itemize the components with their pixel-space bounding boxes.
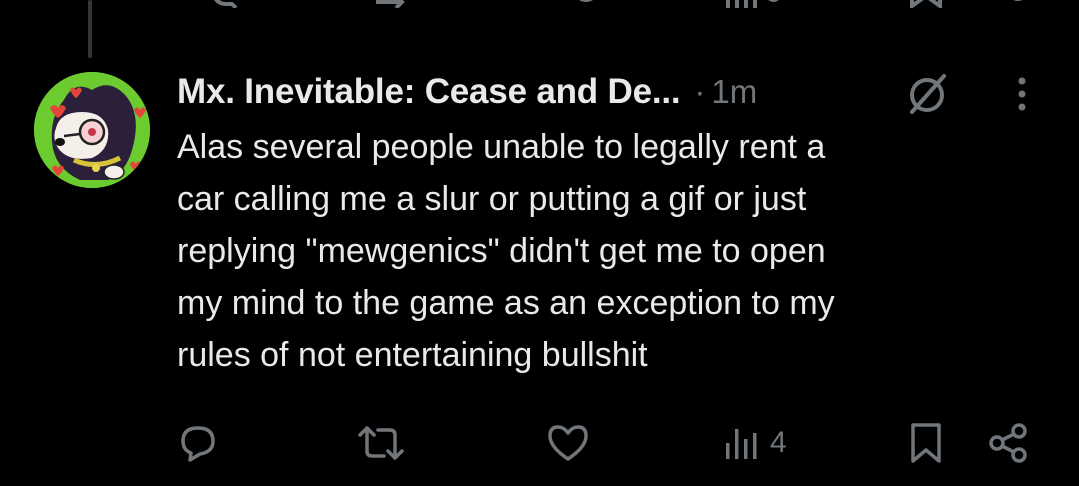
share-button[interactable] bbox=[986, 418, 1030, 468]
tweet-header: Mx. Inevitable: Cease and De... · 1m bbox=[177, 68, 757, 116]
separator-dot: · bbox=[694, 73, 706, 110]
like-button[interactable] bbox=[546, 418, 590, 468]
reply-icon bbox=[181, 426, 215, 462]
previous-share-icon bbox=[1013, 0, 1023, 1]
bookmark-icon bbox=[911, 423, 941, 463]
retweet-icon bbox=[358, 426, 404, 460]
view-count: 4 bbox=[770, 426, 787, 459]
views-icon bbox=[726, 429, 757, 459]
previous-like-icon bbox=[579, 0, 593, 2]
reply-button[interactable] bbox=[178, 418, 218, 468]
previous-bookmark-icon bbox=[910, 0, 942, 8]
previous-retweet-icon bbox=[376, 0, 405, 8]
bookmark-button[interactable] bbox=[908, 418, 944, 468]
timestamp[interactable]: 1m bbox=[711, 73, 757, 111]
retweet-button[interactable] bbox=[356, 418, 406, 468]
thread-line bbox=[88, 0, 92, 58]
action-bar: 4 bbox=[0, 418, 1079, 468]
views-button[interactable]: 4 bbox=[722, 418, 787, 468]
previous-views-icon bbox=[726, 0, 779, 8]
previous-tweet-actions bbox=[0, 0, 1079, 8]
display-name[interactable]: Mx. Inevitable: Cease and De... bbox=[177, 72, 681, 112]
avatar[interactable] bbox=[34, 72, 150, 188]
avatar-image bbox=[34, 72, 150, 188]
previous-reply-icon bbox=[214, 0, 238, 8]
like-icon bbox=[548, 425, 588, 461]
hidden-reply-icon[interactable] bbox=[904, 70, 950, 116]
tweet-text: Alas several people unable to legally re… bbox=[177, 128, 835, 374]
share-icon bbox=[989, 423, 1027, 463]
more-icon[interactable] bbox=[1006, 74, 1038, 114]
